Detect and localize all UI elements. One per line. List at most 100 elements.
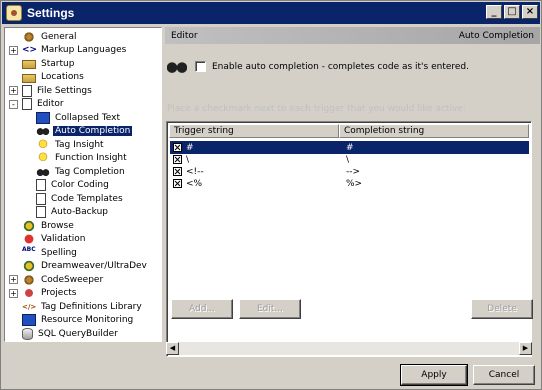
grid-horizontal-scrollbar[interactable]: ◀ ▶: [166, 342, 532, 355]
delete-button[interactable]: Delete: [471, 299, 533, 319]
tree-item-label: Markup Languages: [41, 45, 127, 55]
globe-icon: [22, 219, 36, 232]
document-icon: [36, 179, 46, 191]
tree-expander[interactable]: +: [9, 86, 18, 95]
panel-page-label: Auto Completion: [458, 30, 534, 41]
tree-item-resource-monitoring[interactable]: Resource Monitoring: [22, 314, 135, 327]
tree-item-spelling[interactable]: ABC Spelling: [22, 246, 79, 259]
settings-window: Settings _ □ × General + <> Markup Language…: [0, 0, 542, 390]
tree-expander[interactable]: +: [9, 288, 18, 298]
validation-icon: [22, 233, 36, 245]
scroll-left-arrow-icon[interactable]: ◀: [166, 342, 179, 355]
tree-item-validation[interactable]: Validation: [22, 233, 87, 246]
tree-item-dreamweaver-ultradev[interactable]: Dreamweaver/UltraDev: [22, 260, 149, 273]
tree-item-label: General: [41, 31, 77, 42]
tree-item-markup-languages[interactable]: <> Markup Languages: [22, 44, 128, 57]
enable-auto-completion-label[interactable]: Enable auto completion - completes code …: [212, 62, 469, 72]
tree-item-locations[interactable]: Locations: [22, 71, 86, 84]
trigger-string-cell: <!--: [186, 166, 204, 177]
tree-item-sql-querybuilder[interactable]: SQL QueryBuilder: [22, 327, 120, 340]
trigger-grid[interactable]: Trigger string Completion string # # \ \ <!-…: [166, 121, 532, 357]
tag-icon: </>: [22, 302, 37, 311]
apply-button[interactable]: Apply: [400, 364, 468, 386]
column-header-completion[interactable]: Completion string: [339, 124, 529, 138]
tree-expander[interactable]: +: [9, 45, 18, 55]
column-header-trigger[interactable]: Trigger string: [169, 124, 339, 138]
trigger-string-cell: #: [186, 142, 194, 153]
trigger-row[interactable]: <% %>: [170, 177, 529, 190]
database-icon: [22, 327, 33, 340]
backup-icon: [36, 206, 46, 218]
tree-item-label: Tag Completion: [55, 166, 125, 177]
binoculars-icon: [167, 60, 187, 73]
tree-item-color-coding[interactable]: Color Coding: [36, 179, 111, 192]
edit-button[interactable]: Edit...: [239, 299, 301, 319]
tree-item-auto-backup[interactable]: Auto-Backup: [36, 206, 110, 219]
scroll-right-arrow-icon[interactable]: ▶: [519, 342, 532, 355]
bulb-icon: [36, 152, 50, 164]
trigger-checkbox[interactable]: [173, 179, 182, 188]
tree-item-editor[interactable]: Editor: [22, 98, 66, 111]
trigger-hint-text: Place a checkmark next to each trigger t…: [167, 104, 466, 114]
completion-string-cell: -->: [346, 166, 361, 177]
minimize-button[interactable]: _: [486, 5, 502, 19]
tree-item-file-settings[interactable]: File Settings: [22, 84, 94, 97]
tree-item-browse[interactable]: Browse: [22, 219, 76, 232]
projects-icon: [22, 287, 36, 299]
completion-string-cell: %>: [346, 178, 363, 189]
tree-item-label: Function Insight: [55, 153, 127, 163]
trigger-checkbox[interactable]: [173, 167, 182, 176]
maximize-button[interactable]: □: [504, 5, 520, 19]
collapse-icon: [36, 111, 50, 124]
trigger-checkbox[interactable]: [173, 143, 182, 152]
tree-item-auto-completion[interactable]: Auto Completion: [36, 125, 133, 138]
editor-icon: [22, 98, 32, 110]
tree-item-label: Startup: [41, 58, 75, 69]
completion-string-cell: #: [346, 142, 354, 153]
enable-auto-completion-row: Enable auto completion - completes code …: [167, 60, 469, 73]
tree-item-label: Spelling: [41, 247, 77, 258]
add-button[interactable]: Add...: [171, 299, 233, 319]
enable-auto-completion-checkbox[interactable]: [195, 61, 206, 72]
tree-expander[interactable]: +: [9, 275, 18, 284]
dreamweaver-icon: [22, 260, 36, 272]
completion-string-cell: \: [346, 154, 350, 165]
folder-icon: [22, 60, 36, 69]
tree-item-label: Collapsed Text: [55, 112, 121, 123]
tree-item-general[interactable]: General: [22, 30, 78, 43]
panel-section-label: Editor: [171, 30, 198, 41]
tree-item-projects[interactable]: Projects: [22, 287, 78, 300]
tree-item-label: Auto-Backup: [51, 207, 108, 217]
panel-header: Editor Auto Completion: [165, 27, 540, 44]
spelling-icon: ABC: [22, 245, 36, 253]
tree-item-label: Tag Definitions Library: [41, 301, 142, 312]
title-bar[interactable]: Settings _ □ ×: [2, 2, 540, 24]
binoculars-icon: [36, 165, 50, 178]
code-icon: <>: [22, 45, 38, 55]
document-icon: [36, 192, 46, 205]
tree-item-function-insight[interactable]: Function Insight: [36, 152, 129, 165]
settings-tree[interactable]: General + <> Markup Languages Startup Locatio…: [4, 27, 162, 342]
tree-item-tag-insight[interactable]: Tag Insight: [36, 138, 106, 151]
tree-item-label: Code Templates: [51, 193, 123, 204]
tree-item-startup[interactable]: Startup: [22, 57, 76, 70]
gear-icon: [22, 30, 36, 43]
tree-item-label: Dreamweaver/UltraDev: [41, 261, 147, 271]
tree-item-collapsed-text[interactable]: Collapsed Text: [36, 111, 122, 124]
cancel-button[interactable]: Cancel: [473, 365, 535, 385]
tree-item-code-templates[interactable]: Code Templates: [36, 192, 125, 205]
document-icon: [22, 84, 32, 97]
tree-item-label: Editor: [37, 99, 64, 109]
tree-item-label: Projects: [41, 288, 77, 298]
tree-item-label: Validation: [41, 234, 86, 244]
tree-item-tag-definitions-library[interactable]: </> Tag Definitions Library: [22, 300, 144, 313]
close-button[interactable]: ×: [522, 5, 538, 19]
monitor-icon: [22, 314, 36, 326]
app-icon: [6, 5, 22, 21]
tree-item-codesweeper[interactable]: CodeSweeper: [22, 273, 105, 286]
trigger-checkbox[interactable]: [173, 155, 182, 164]
tree-item-label: Color Coding: [51, 180, 109, 190]
bulb-icon: [36, 138, 50, 151]
tree-item-tag-completion[interactable]: Tag Completion: [36, 165, 127, 178]
tree-expander[interactable]: -: [9, 99, 18, 109]
